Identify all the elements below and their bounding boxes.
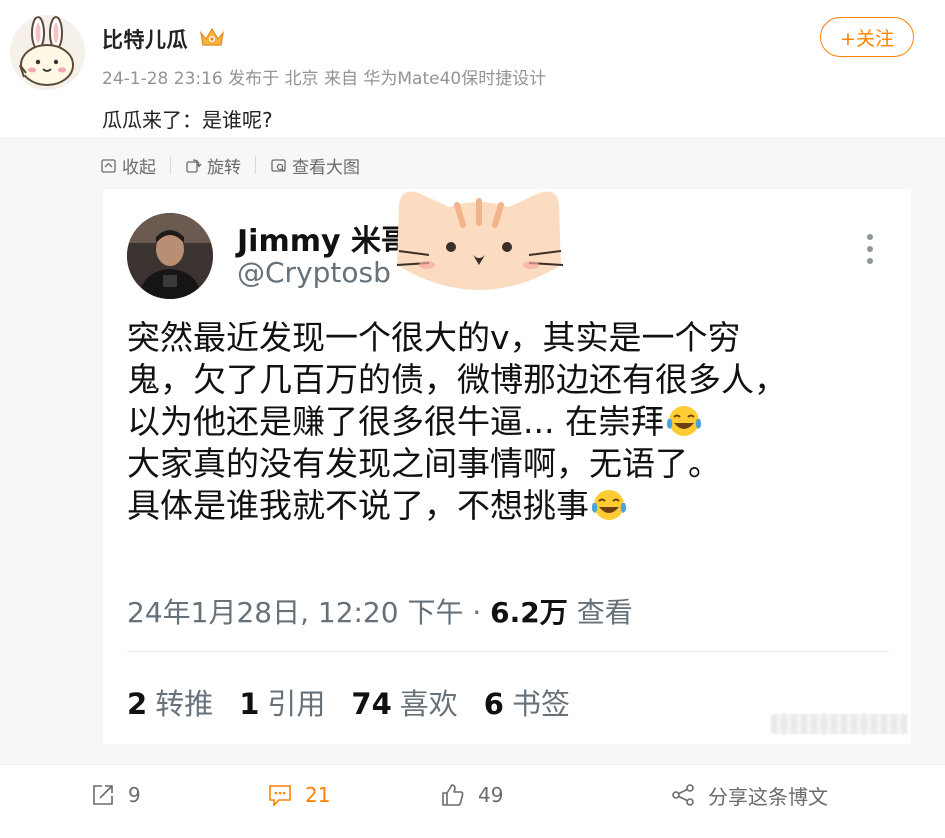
like-button[interactable]: 49 bbox=[440, 780, 503, 810]
tweet-line: 大家真的没有发现之间事情啊，无语了。 bbox=[127, 444, 721, 483]
cat-sticker-icon bbox=[396, 191, 564, 290]
collapse-icon bbox=[101, 158, 116, 173]
repost-button[interactable]: 9 bbox=[90, 780, 141, 810]
share-icon bbox=[672, 784, 694, 806]
image-view-icon bbox=[271, 158, 286, 172]
like-count: 49 bbox=[478, 783, 504, 807]
author-avatar[interactable] bbox=[10, 15, 85, 90]
comment-icon bbox=[269, 785, 291, 807]
tweet-body: 突然最近发现一个很大的v，其实是一个穷 鬼，欠了几百万的债，微博那边还有很多人，以… bbox=[127, 317, 897, 527]
tweet-line: 具体是谁我就不说了，不想挑事 bbox=[127, 486, 589, 525]
tweet-views-count: 6.2万 bbox=[490, 596, 568, 629]
tweet-avatar bbox=[127, 213, 213, 299]
view-large-label: 查看大图 bbox=[292, 157, 360, 178]
tweet-stat-bookmarks: 6 书签 bbox=[483, 687, 570, 721]
follow-button[interactable]: +关注 bbox=[820, 17, 914, 57]
tweet-stat-retweets: 2 转推 bbox=[127, 687, 214, 721]
toolbar-divider bbox=[170, 156, 171, 174]
tears-of-joy-emoji-icon bbox=[666, 406, 702, 436]
tears-of-joy-emoji-icon bbox=[591, 490, 627, 520]
post-text: 瓜瓜来了：是谁呢? bbox=[102, 108, 273, 132]
bunny-avatar-icon bbox=[10, 15, 85, 90]
toolbar-divider bbox=[255, 156, 256, 174]
comment-button[interactable]: 21 bbox=[267, 780, 330, 810]
rotate-icon bbox=[186, 158, 202, 173]
tweet-timestamp: 24年1月28日, 12:20 下午 · 6.2万 查看 bbox=[127, 591, 633, 631]
collapse-button[interactable]: 收起 bbox=[100, 153, 156, 178]
share-label: 分享这条博文 bbox=[708, 784, 828, 809]
share-button[interactable]: 分享这条博文 bbox=[670, 780, 828, 810]
tweet-line: 鬼，欠了几百万的债，微博那边还有很多人， bbox=[127, 360, 787, 399]
crown-badge-icon bbox=[200, 27, 224, 46]
tweet-line-with-emoji: 具体是谁我就不说了，不想挑事 bbox=[127, 485, 897, 527]
tweet-views-label: 查看 bbox=[576, 596, 633, 629]
tweet-divider bbox=[127, 651, 889, 652]
person-photo-icon bbox=[127, 213, 213, 299]
post-meta: 24-1-28 23:16 发布于 北京 来自 华为Mate40保时捷设计 bbox=[102, 69, 547, 89]
author-name[interactable]: 比特儿瓜 bbox=[102, 24, 188, 54]
tweet-stat-likes: 74 喜欢 bbox=[351, 687, 458, 721]
repost-count: 9 bbox=[128, 783, 141, 807]
tweet-line: 以为他还是赚了很多很牛逼... 在崇拜 bbox=[127, 402, 664, 441]
repost-icon bbox=[93, 785, 113, 805]
media-toolbar: 收起 旋转 查看大图 bbox=[100, 152, 360, 178]
tweet-line-with-emoji: 以为他还是赚了很多很牛逼... 在崇拜 bbox=[127, 401, 897, 443]
thumbs-up-icon bbox=[442, 784, 464, 806]
blurred-watermark bbox=[771, 714, 907, 734]
tweet-line: 突然最近发现一个很大的v，其实是一个穷 bbox=[127, 318, 741, 357]
tweet-stat-quotes: 1 引用 bbox=[239, 687, 326, 721]
more-options-icon bbox=[867, 234, 873, 264]
tweet-author-handle: @Cryptosb bbox=[237, 256, 391, 289]
collapse-label: 收起 bbox=[122, 157, 156, 178]
rotate-label: 旋转 bbox=[207, 157, 241, 178]
tweet-screenshot-image[interactable]: Jimmy 米哥 @Cryptosb 突然最近发现一个很大的v，其实是一个穷 鬼，… bbox=[103, 189, 911, 744]
tweet-time: 24年1月28日, 12:20 下午 · bbox=[127, 596, 491, 629]
tweet-stats: 2 转推 1 引用 74 喜欢 6 书签 bbox=[127, 681, 570, 723]
comment-count: 21 bbox=[305, 783, 331, 807]
rotate-button[interactable]: 旋转 bbox=[185, 153, 241, 178]
view-large-button[interactable]: 查看大图 bbox=[270, 153, 360, 178]
